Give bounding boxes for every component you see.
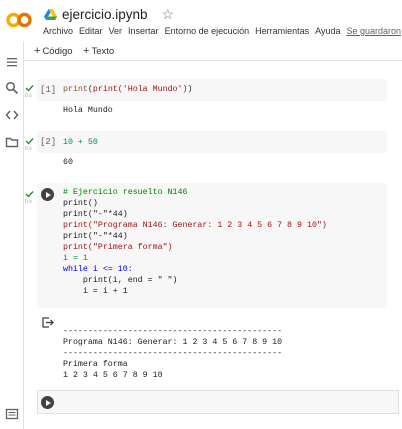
menu-ver[interactable]: Ver — [109, 26, 123, 36]
output-icon[interactable] — [42, 317, 54, 328]
cell-2-output: 60 — [63, 158, 73, 167]
check-icon — [25, 85, 34, 92]
add-code-button[interactable]: + Código — [34, 45, 73, 57]
menu-ayuda[interactable]: Ayuda — [315, 26, 340, 36]
code-line: print(i, end = " ") — [63, 276, 178, 285]
menu-herramientas[interactable]: Herramientas — [255, 26, 309, 36]
cell-1-output: Hola Mundo — [63, 106, 113, 115]
toolbar: + Código + Texto — [0, 41, 402, 61]
cell-1-code[interactable]: print(print('Hola Mundo')) — [63, 84, 192, 95]
menu-insertar[interactable]: Insertar — [128, 26, 159, 36]
top-bar: ejercicio.ipynb ☆ Archivo Editar Ver Ins… — [0, 0, 402, 40]
plus-icon: + — [34, 45, 41, 57]
exec-time: 0 s — [25, 146, 32, 152]
colab-logo-icon[interactable] — [6, 10, 32, 30]
code-line: # Ejercicio resuelto N146 — [63, 188, 188, 197]
run-label: [2] — [40, 137, 57, 147]
cell-3-code[interactable]: # Ejercicio resuelto N146 print() print(… — [63, 187, 327, 297]
saved-status[interactable]: Se guardaron — [347, 26, 402, 36]
cell-3-output: ----------------------------------------… — [63, 315, 282, 381]
drive-icon — [44, 8, 57, 20]
code-line: i = i + 1 — [63, 287, 128, 296]
check-icon — [25, 138, 34, 145]
code-line: print("Programa N146: Generar: 1 2 3 4 5… — [63, 221, 327, 230]
menu-archivo[interactable]: Archivo — [43, 26, 73, 36]
run-icon[interactable] — [41, 188, 54, 201]
output-line: ----------------------------------------… — [63, 349, 283, 358]
code-line: print("-"*44) — [63, 232, 128, 241]
code-line: print("Primera forma") — [63, 243, 173, 252]
menu-entorno[interactable]: Entorno de ejecución — [165, 26, 250, 36]
run-label: [1] — [40, 85, 57, 95]
notebook-title[interactable]: ejercicio.ipynb — [62, 7, 148, 22]
code-line: print("-"*44) — [63, 210, 128, 219]
menu-icon[interactable] — [5, 55, 19, 69]
add-text-label: Texto — [91, 46, 115, 57]
check-icon — [25, 191, 34, 198]
run-icon[interactable] — [41, 396, 54, 409]
output-line: 1 2 3 4 5 6 7 8 9 10 — [63, 371, 163, 380]
terminal-icon[interactable] — [5, 407, 19, 421]
cell-2-code[interactable]: 10 + 50 — [63, 137, 98, 148]
exec-time: 0 s — [25, 199, 32, 205]
output-line: ----------------------------------------… — [63, 327, 283, 336]
output-line: Primera forma — [63, 360, 128, 369]
add-text-button[interactable]: + Texto — [83, 45, 114, 57]
code-icon[interactable] — [5, 108, 19, 122]
empty-code-cell[interactable] — [37, 390, 399, 414]
code-line: i = 1 — [63, 254, 88, 263]
menu-bar: Archivo Editar Ver Insertar Entorno de e… — [43, 26, 401, 36]
folder-icon[interactable] — [5, 135, 19, 149]
plus-icon: + — [83, 45, 90, 57]
code-line: print() — [63, 199, 98, 208]
code-line: while i <= 10: — [63, 265, 133, 274]
left-sidebar — [0, 41, 24, 429]
menu-editar[interactable]: Editar — [79, 26, 103, 36]
add-code-label: Código — [42, 46, 73, 57]
cell-1-code-text: print('Hola Mundo') — [92, 85, 188, 94]
output-line: Programa N146: Generar: 1 2 3 4 5 6 7 8 … — [63, 338, 283, 347]
exec-time: 0 s — [25, 93, 32, 99]
search-icon[interactable] — [5, 81, 19, 95]
star-icon[interactable]: ☆ — [162, 7, 175, 21]
